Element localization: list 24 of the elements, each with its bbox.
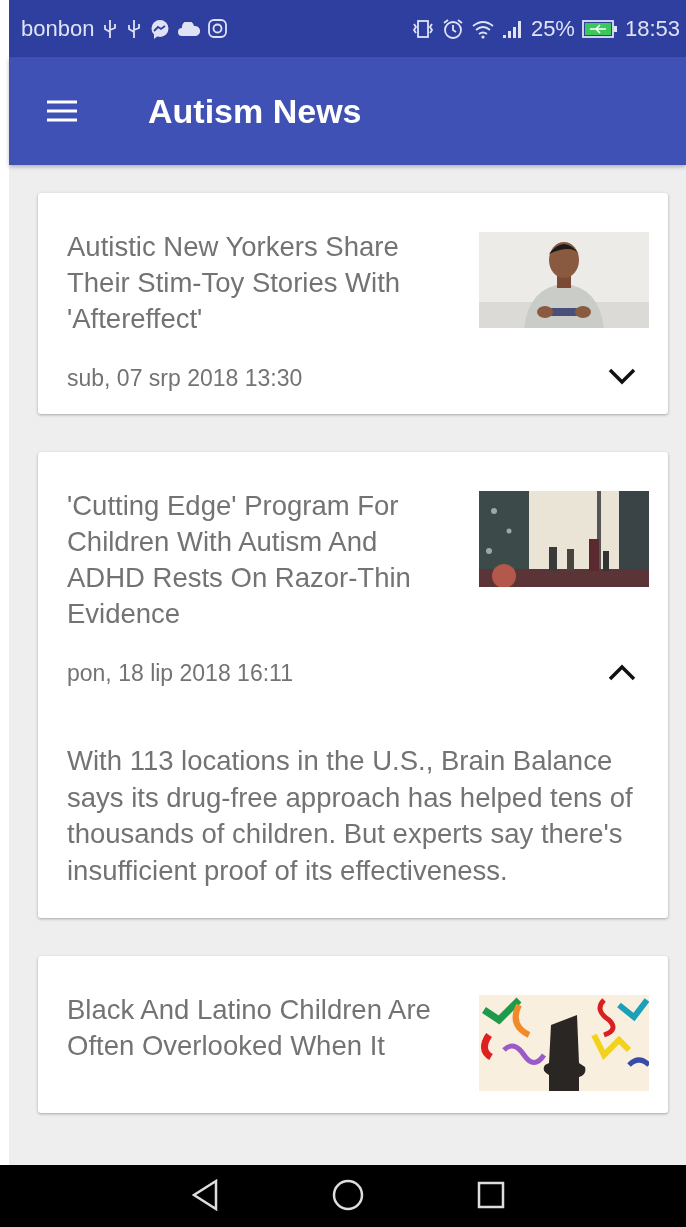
article-card[interactable]: Black And Latino Children Are Often Overlooked When It xyxy=(38,956,668,1113)
usb-icon xyxy=(102,18,119,39)
alarm-icon xyxy=(441,17,464,40)
article-summary: With 113 locations in the U.S., Brain Balance says its drug-free approach has helped tens of thousands of children. But experts say there's insufficient proof of its effectiveness. xyxy=(67,744,634,888)
article-title: Black And Latino Children Are Often Overlooked When It xyxy=(67,993,432,1063)
signal-icon xyxy=(501,18,524,39)
article-date: sub, 07 srp 2018 13:30 xyxy=(67,365,303,392)
clock-time: 18:53 xyxy=(624,15,680,42)
camera-icon xyxy=(208,19,228,38)
vibrate-icon xyxy=(410,18,435,39)
wifi-icon xyxy=(470,18,495,39)
article-card[interactable]: Autistic New Yorkers Share Their Stim-Toy Stories With 'Aftereffect' sub, 07 srp 2018 13:30 xyxy=(38,193,668,414)
carrier-name: bonbon xyxy=(21,15,95,42)
messenger-icon xyxy=(150,18,171,39)
article-date: pon, 18 lip 2018 16:11 xyxy=(67,660,293,687)
back-button[interactable] xyxy=(190,1178,219,1214)
usb-icon xyxy=(126,18,143,39)
battery-icon xyxy=(581,19,618,38)
article-card[interactable] xyxy=(38,452,668,918)
cloud-icon xyxy=(178,21,201,36)
article-title: Autistic New Yorkers Share Their Stim-Toy Stories With 'Aftereffect' xyxy=(67,230,402,336)
battery-percent: 25% xyxy=(530,15,575,42)
app-title: Autism News xyxy=(148,91,362,131)
article-title: 'Cutting Edge' Program For Children With Autism And ADHD Rests On Razor-Thin Evidence xyxy=(67,489,412,631)
